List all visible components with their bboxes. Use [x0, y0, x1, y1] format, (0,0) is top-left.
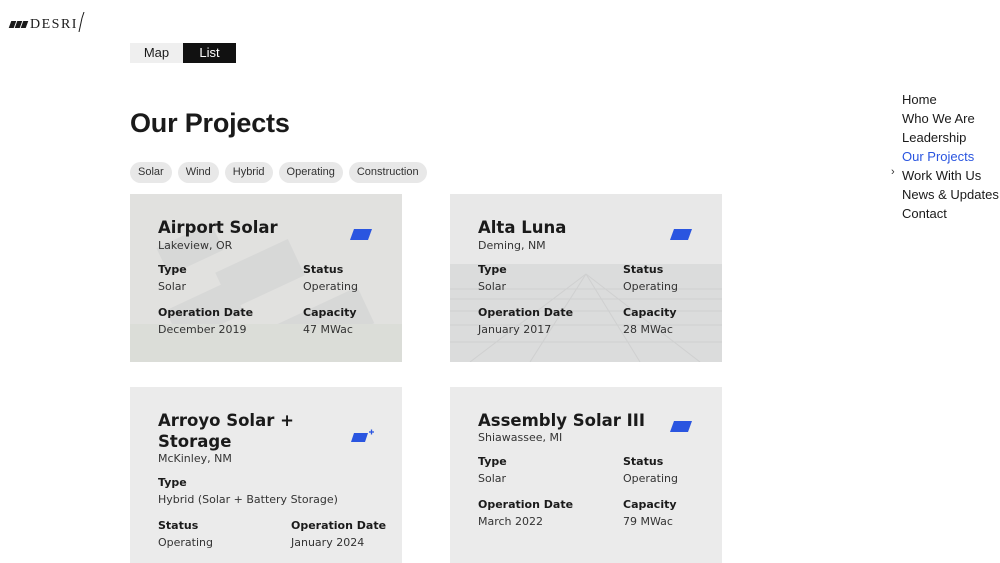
capacity-value: 79 MWac: [623, 515, 673, 528]
type-value: Solar: [478, 280, 507, 293]
type-label: Type: [478, 263, 507, 276]
operation-date-value: January 2024: [291, 536, 365, 549]
list-view-button[interactable]: List: [183, 43, 236, 63]
project-location: Shiawassee, MI: [478, 431, 563, 444]
project-location: McKinley, NM: [158, 452, 232, 465]
status-value: Operating: [623, 472, 678, 485]
capacity-label: Capacity: [623, 306, 677, 319]
nav-item-work-with-us[interactable]: Work With Us: [902, 166, 999, 185]
filter-wind[interactable]: Wind: [177, 162, 219, 183]
type-label: Type: [158, 263, 187, 276]
type-value: Solar: [478, 472, 507, 485]
project-name: Assembly Solar III: [478, 411, 646, 430]
capacity-label: Capacity: [303, 306, 357, 319]
nav-item-who-we-are[interactable]: Who We Are: [902, 109, 999, 128]
capacity-value: 47 MWac: [303, 323, 353, 336]
operation-date-value: December 2019: [158, 323, 247, 336]
solar-panel-icon: [350, 229, 372, 240]
status-label: Status: [623, 455, 664, 468]
operation-date-value: March 2022: [478, 515, 544, 528]
project-card-airport-solar[interactable]: Airport Solar Lakeview, OR Type Solar Sta…: [130, 194, 402, 362]
project-name: Airport Solar: [158, 218, 278, 237]
project-name-line2: Storage: [158, 432, 232, 451]
project-card-arroyo-solar-storage[interactable]: Arroyo Solar + Storage McKinley, NM Type…: [130, 387, 402, 563]
project-location: Deming, NM: [478, 239, 546, 252]
type-label: Type: [158, 476, 187, 489]
operation-date-value: January 2017: [478, 323, 552, 336]
type-value: Solar: [158, 280, 187, 293]
type-label: Type: [478, 455, 507, 468]
filter-construction[interactable]: Construction: [348, 162, 427, 183]
project-name: Alta Luna: [478, 218, 567, 237]
filter-chips: Solar Wind Hybrid Operating Construction: [130, 162, 427, 183]
operation-date-label: Operation Date: [291, 519, 387, 532]
capacity-value: 28 MWac: [623, 323, 673, 336]
map-view-button[interactable]: Map: [130, 43, 183, 63]
desri-logo[interactable]: DESRI: [8, 10, 86, 32]
status-value: Operating: [158, 536, 213, 549]
solar-panel-icon: [670, 421, 692, 432]
filter-hybrid[interactable]: Hybrid: [224, 162, 273, 183]
operation-date-label: Operation Date: [478, 306, 574, 319]
solar-plus-storage-icon: [351, 429, 374, 442]
view-toggle: Map List: [130, 43, 236, 63]
solar-panel-icon: [670, 229, 692, 240]
operation-date-label: Operation Date: [478, 498, 574, 511]
logo-mark-icon: [8, 21, 29, 28]
nav-item-news-updates[interactable]: News & Updates: [902, 185, 999, 204]
filter-operating[interactable]: Operating: [278, 162, 343, 183]
status-label: Status: [158, 519, 199, 532]
logo-text: DESRI: [30, 17, 78, 32]
project-location: Lakeview, OR: [158, 239, 233, 252]
status-label: Status: [303, 263, 344, 276]
chevron-right-icon[interactable]: ›: [891, 166, 895, 178]
filter-solar[interactable]: Solar: [130, 162, 172, 183]
type-value: Hybrid (Solar + Battery Storage): [158, 493, 338, 506]
nav-item-our-projects[interactable]: Our Projects: [902, 147, 999, 166]
status-value: Operating: [303, 280, 358, 293]
operation-date-label: Operation Date: [158, 306, 254, 319]
project-card-assembly-solar-iii[interactable]: Assembly Solar III Shiawassee, MI Type So…: [450, 387, 722, 563]
project-card-alta-luna[interactable]: Alta Luna Deming, NM Type Solar Status Ope…: [450, 194, 722, 362]
capacity-label: Capacity: [623, 498, 677, 511]
status-label: Status: [623, 263, 664, 276]
status-value: Operating: [623, 280, 678, 293]
nav-item-home[interactable]: Home: [902, 90, 999, 109]
project-name-line1: Arroyo Solar +: [158, 411, 294, 430]
wind-turbine-icon: [78, 12, 85, 32]
nav-item-leadership[interactable]: Leadership: [902, 128, 999, 147]
nav-item-contact[interactable]: Contact: [902, 204, 999, 223]
main-nav: Home Who We Are Leadership Our Projects …: [891, 90, 999, 223]
page-title: Our Projects: [130, 108, 290, 138]
